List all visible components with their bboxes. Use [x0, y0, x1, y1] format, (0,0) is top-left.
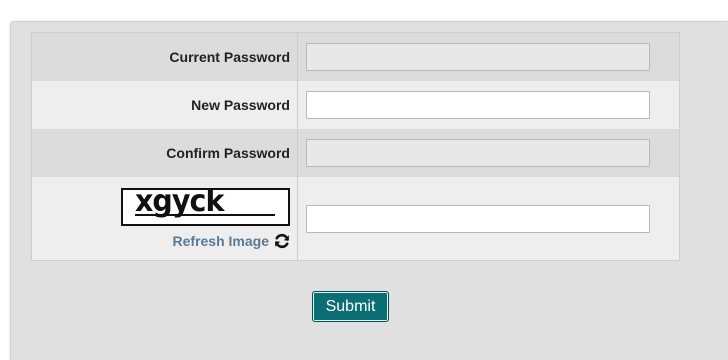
confirm-password-row: Confirm Password [32, 129, 679, 177]
password-form-table: Current Password New Password Confirm Pa… [31, 32, 680, 261]
confirm-password-input[interactable] [306, 139, 650, 167]
current-password-label: Current Password [32, 33, 298, 81]
refresh-icon [275, 233, 289, 249]
captcha-cell: xgyck Refresh Image [32, 177, 298, 260]
refresh-image-link[interactable]: Refresh Image [173, 233, 290, 249]
refresh-image-label: Refresh Image [172, 233, 269, 249]
submit-button[interactable]: Submit [312, 291, 389, 322]
captcha-noise-line [135, 214, 275, 216]
captcha-input[interactable] [306, 204, 650, 233]
current-password-input[interactable] [306, 43, 650, 71]
captcha-row: xgyck Refresh Image [32, 177, 679, 260]
new-password-input[interactable] [306, 91, 650, 119]
current-password-row: Current Password [32, 33, 679, 81]
new-password-row: New Password [32, 81, 679, 129]
confirm-password-label: Confirm Password [32, 129, 298, 177]
new-password-label: New Password [32, 81, 298, 129]
captcha-image: xgyck [121, 188, 290, 226]
